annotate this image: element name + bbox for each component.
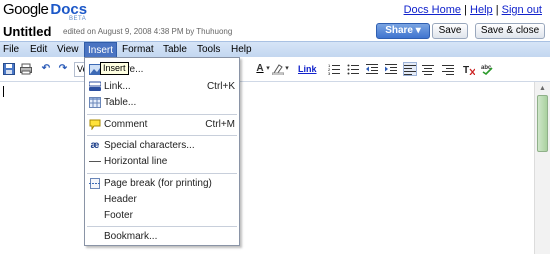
remove-formatting-icon[interactable]: T [463,63,476,76]
menu-item-label: Comment [104,119,148,130]
menu-item-label: Bookmark... [104,231,158,242]
menu-edit[interactable]: Edit [30,44,47,55]
scroll-up-arrow-icon[interactable]: ▲ [537,84,548,93]
link-separator: | [464,4,467,16]
menu-table[interactable]: Table [163,44,187,55]
menu-item-shortcut: Ctrl+M [205,119,235,130]
menu-separator [87,114,237,115]
highlight-color-icon[interactable] [271,63,285,76]
menu-item-label: Header [104,194,137,205]
align-center-icon[interactable] [422,63,434,75]
document-edit-info: edited on August 9, 2008 4:38 PM by Thuh… [63,27,233,36]
numbered-list-icon[interactable]: 123 [328,63,340,76]
menu-item-shortcut: Ctrl+K [206,81,235,92]
insert-table-item[interactable]: Table... [85,95,239,111]
align-right-icon[interactable] [442,63,454,75]
increase-indent-icon[interactable] [385,63,397,75]
redo-icon[interactable]: ↷ [57,63,69,75]
insert-header-item[interactable]: Header [85,192,239,208]
help-link[interactable]: Help [470,4,493,16]
save-button[interactable]: Save [432,23,468,39]
menu-separator [87,173,237,174]
share-label: Share [385,25,413,36]
print-icon[interactable] [20,63,32,75]
horizontal-line-icon [89,156,101,167]
menu-item-label: Link... [104,81,131,92]
menu-help[interactable]: Help [231,44,252,55]
menubar: File Edit View Insert Format Table Tools… [0,41,550,58]
menu-format[interactable]: Format [122,44,154,55]
menu-tools[interactable]: Tools [197,44,220,55]
insert-page-break-item[interactable]: Page break (for printing) [85,176,239,192]
logo-beta-text: BETA [69,16,87,22]
bulleted-list-icon[interactable] [347,63,359,75]
menu-item-label: Page break (for printing) [104,178,212,189]
menu-file[interactable]: File [3,44,19,55]
docs-home-link[interactable]: Docs Home [404,4,461,16]
insert-comment-item[interactable]: Comment Ctrl+M [85,117,239,133]
special-characters-icon: æ [90,140,100,151]
document-body[interactable] [0,82,534,254]
sign-out-link[interactable]: Sign out [502,4,542,16]
insert-menu-dropdown: Picture... Link... Ctrl+K Table... Comme… [84,57,240,246]
menu-item-label: Table... [104,97,137,108]
menu-separator [87,135,237,136]
document-title[interactable]: Untitled [3,24,51,39]
text-cursor [3,86,4,97]
logo-google-text: Google [3,1,49,18]
align-left-icon[interactable] [403,62,417,76]
chevron-down-icon[interactable]: ▾ [284,63,290,75]
vertical-scrollbar[interactable]: ▲ [534,82,550,254]
menu-separator [87,226,237,227]
menu-item-label: Horizontal line [104,156,168,167]
insert-special-characters-item[interactable]: æ Special characters... [85,138,239,154]
decrease-indent-icon[interactable] [366,63,378,75]
save-icon[interactable] [3,63,15,75]
save-and-close-button[interactable]: Save & close [475,23,545,39]
svg-text:3: 3 [328,71,331,75]
scroll-thumb[interactable] [537,95,548,152]
menu-item-label: Footer [104,210,133,221]
svg-text:T: T [463,65,469,75]
menu-item-label: Special characters... [104,140,195,151]
account-links: Docs Home | Help | Sign out [404,4,542,16]
insert-tooltip: Insert [100,62,129,75]
link-icon [88,81,102,92]
insert-link-item[interactable]: Link... Ctrl+K [85,79,239,95]
google-docs-logo[interactable]: Google Docs BETA [3,1,113,22]
chevron-down-icon: ▾ [415,25,421,36]
insert-bookmark-item[interactable]: Bookmark... [85,229,239,245]
insert-link-button[interactable]: Link [298,64,317,74]
insert-horizontal-line-item[interactable]: Horizontal line [85,154,239,170]
page-break-icon [89,178,101,189]
share-button[interactable]: Share ▾ [376,23,430,39]
comment-icon [89,119,101,131]
menu-view[interactable]: View [57,44,79,55]
link-separator: | [495,4,499,16]
spell-check-icon[interactable]: abc [481,63,493,76]
chevron-down-icon[interactable]: ▾ [265,63,271,75]
formatting-toolbar: ↶ ↷ Ve A ▾ ▾ Link 123 T abc [0,57,550,82]
table-icon [89,97,101,108]
insert-footer-item[interactable]: Footer [85,208,239,224]
menu-insert[interactable]: Insert [84,42,118,58]
undo-icon[interactable]: ↶ [40,63,52,75]
